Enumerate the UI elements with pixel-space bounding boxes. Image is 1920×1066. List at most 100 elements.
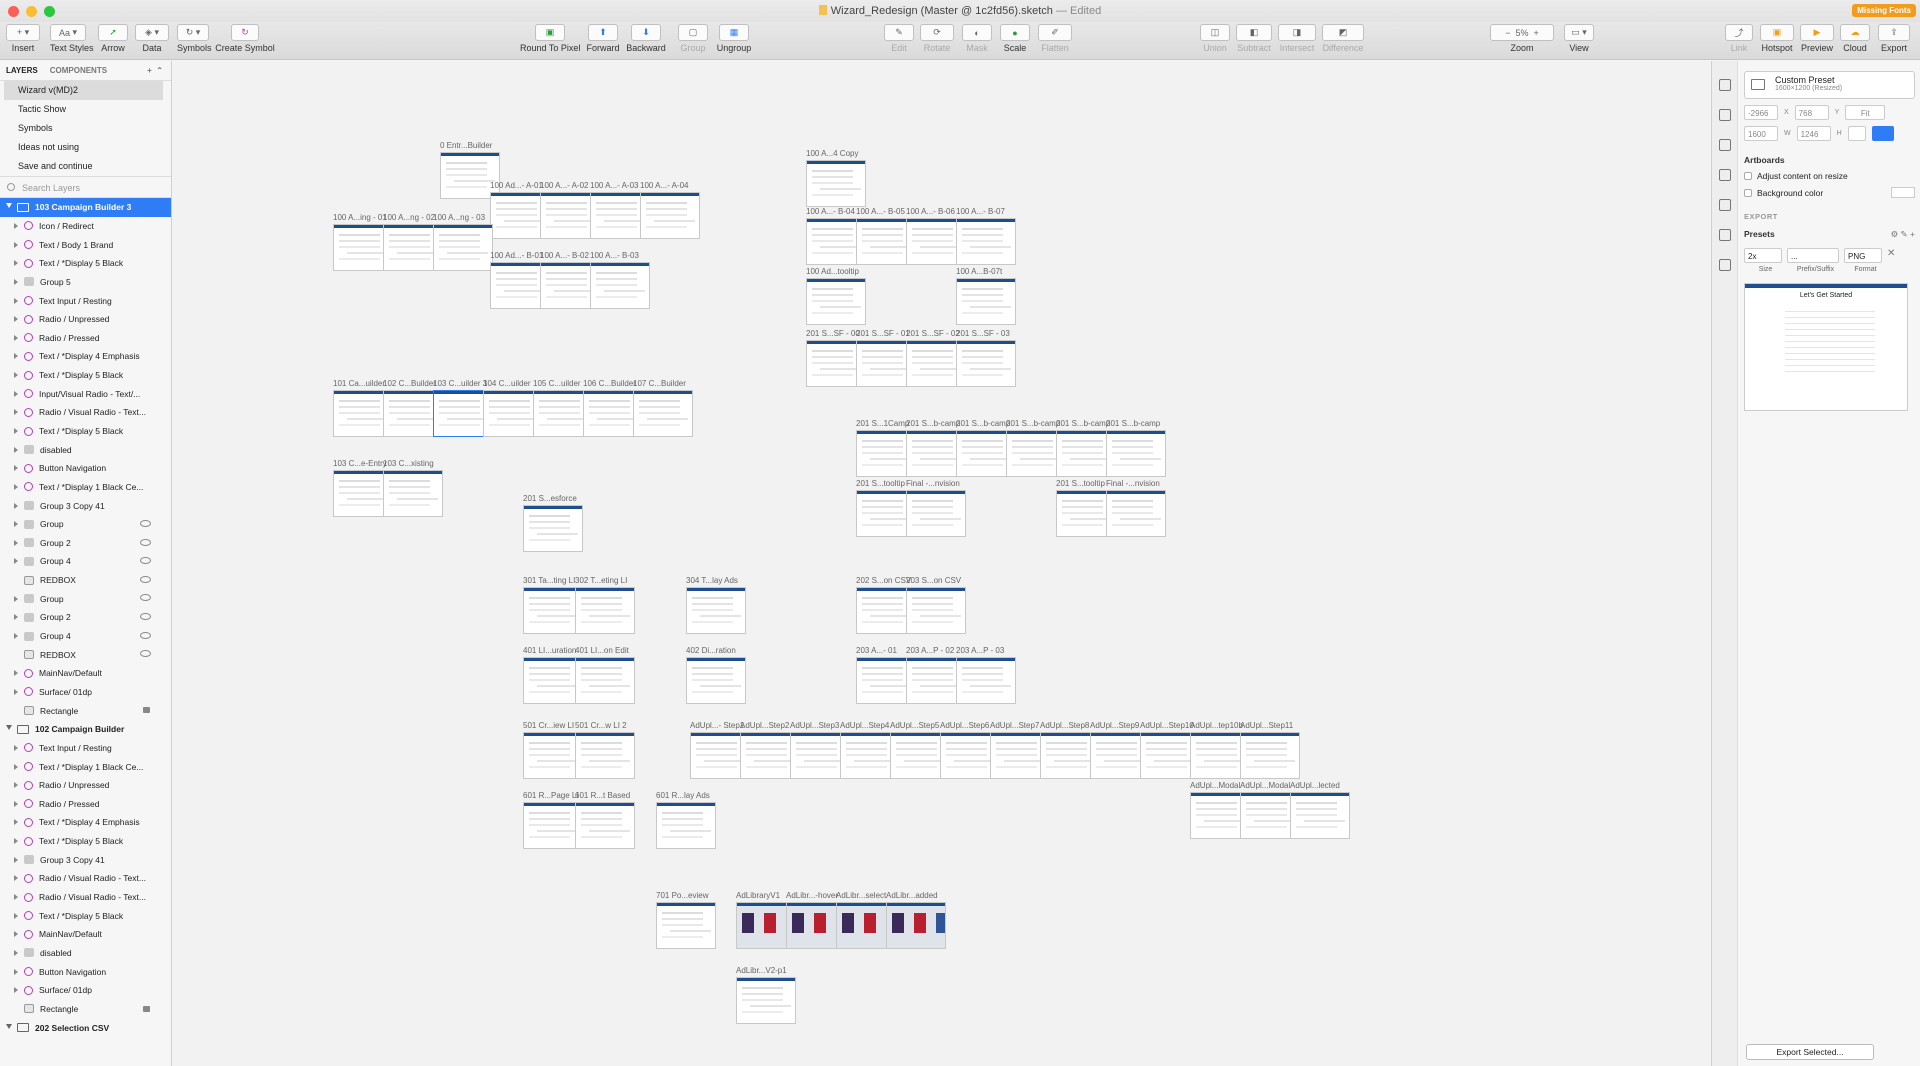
artboard-content[interactable] bbox=[575, 802, 635, 849]
image-icon[interactable] bbox=[1718, 259, 1731, 271]
artboard-title[interactable]: 201 S...tooltip bbox=[1056, 479, 1105, 488]
disclosure-triangle-icon[interactable] bbox=[14, 968, 18, 975]
page-item[interactable]: Save and continue bbox=[0, 157, 171, 176]
artboard-title[interactable]: 201 S...tooltip bbox=[856, 479, 905, 488]
artboard[interactable]: AdLibr...V2-p1 bbox=[736, 966, 796, 1024]
artboard-title[interactable]: 601 R...t Based bbox=[575, 791, 630, 800]
disclosure-triangle-icon[interactable] bbox=[14, 614, 18, 621]
artboard-title[interactable]: 301 Ta...ting LI bbox=[523, 576, 575, 585]
layer-row[interactable]: Group 4 bbox=[0, 552, 171, 571]
artboard[interactable]: 301 Ta...ting LI bbox=[523, 576, 583, 634]
layer-row[interactable]: Input/Visual Radio - Text/... bbox=[0, 384, 171, 403]
artboard-title[interactable]: AdUpl...Step7 bbox=[990, 721, 1039, 730]
backward-button[interactable]: ⬇ Backward bbox=[626, 24, 666, 53]
layer-row[interactable]: Radio / Unpressed bbox=[0, 776, 171, 795]
artboard-title[interactable]: 107 C...Builder bbox=[633, 379, 686, 388]
layer-row[interactable]: Surface/ 01dp bbox=[0, 683, 171, 702]
artboard-title[interactable]: AdLibr...-hover bbox=[786, 891, 838, 900]
hidden-eye-icon[interactable] bbox=[140, 519, 151, 527]
layer-row[interactable]: Group 2 bbox=[0, 608, 171, 627]
background-color-swatch[interactable] bbox=[1891, 187, 1915, 198]
artboard[interactable]: 100 A...4 Copy bbox=[806, 149, 866, 207]
artboard[interactable]: 701 Po...eview bbox=[656, 891, 716, 949]
artboard[interactable]: 107 C...Builder bbox=[633, 379, 693, 437]
artboard-title[interactable]: 100 A...B-07t bbox=[956, 267, 1002, 276]
layout-icon[interactable] bbox=[1718, 169, 1731, 181]
page-item[interactable]: Symbols bbox=[0, 119, 171, 138]
disclosure-triangle-icon[interactable] bbox=[14, 483, 18, 490]
artboard-layer-row[interactable]: 202 Selection CSV bbox=[0, 1018, 171, 1037]
artboard-title[interactable]: 304 T...lay Ads bbox=[686, 576, 738, 585]
artboard[interactable]: 100 A...- A-04 bbox=[640, 181, 700, 239]
lock-icon[interactable] bbox=[143, 1005, 150, 1012]
artboard-content[interactable] bbox=[956, 278, 1016, 325]
artboard[interactable]: 601 R...Page LI bbox=[523, 791, 583, 849]
disclosure-triangle-icon[interactable] bbox=[14, 838, 18, 845]
layer-row[interactable]: Text / *Display 5 Black bbox=[0, 832, 171, 851]
disclosure-triangle-icon[interactable] bbox=[14, 521, 18, 528]
disclosure-triangle-icon[interactable] bbox=[14, 446, 18, 453]
close-window-button[interactable] bbox=[8, 6, 19, 17]
artboard-title[interactable]: 201 S...b-camp bbox=[1106, 419, 1160, 428]
disclosure-triangle-icon[interactable] bbox=[14, 819, 18, 826]
background-color-checkbox[interactable]: Background color bbox=[1744, 187, 1915, 198]
artboard-content[interactable] bbox=[686, 587, 746, 634]
artboard-title[interactable]: 104 C...uilder bbox=[483, 379, 531, 388]
adjust-content-checkbox[interactable]: Adjust content on resize bbox=[1744, 171, 1915, 181]
rotate-button[interactable]: ⟳ Rotate bbox=[920, 24, 954, 53]
artboard-title[interactable]: 402 Di...ration bbox=[686, 646, 736, 655]
export-button[interactable]: ⇪ Export bbox=[1878, 24, 1910, 53]
artboard-content[interactable] bbox=[575, 657, 635, 704]
height-field[interactable]: 1246 bbox=[1796, 126, 1831, 141]
artboard-title[interactable]: 100 A...- A-03 bbox=[590, 181, 638, 190]
artboard-content[interactable] bbox=[956, 218, 1016, 265]
layer-row[interactable]: MainNav/Default bbox=[0, 925, 171, 944]
artboard[interactable]: 100 A...B-07t bbox=[956, 267, 1016, 325]
artboard[interactable]: 501 Cr...w LI 2 bbox=[575, 721, 635, 779]
disclosure-triangle-icon[interactable] bbox=[14, 409, 18, 416]
artboard-title[interactable]: 201 S...b-camp bbox=[1006, 419, 1060, 428]
artboard-title[interactable]: Final -...nvision bbox=[1106, 479, 1160, 488]
layer-row[interactable]: Group bbox=[0, 589, 171, 608]
layer-row[interactable]: Text / *Display 4 Emphasis bbox=[0, 347, 171, 366]
layer-row[interactable]: Group 3 Copy 41 bbox=[0, 496, 171, 515]
artboard-title[interactable]: AdUpl...Step6 bbox=[940, 721, 989, 730]
page-item[interactable]: Wizard v(MD)2 bbox=[4, 81, 163, 100]
artboard-title[interactable]: 103 C...e-Entry bbox=[333, 459, 387, 468]
artboard-title[interactable]: 100 A...- B-04 bbox=[806, 207, 855, 216]
lock-icon[interactable] bbox=[143, 707, 150, 714]
export-selected-button[interactable]: Export Selected... bbox=[1746, 1044, 1874, 1060]
layer-row[interactable]: MainNav/Default bbox=[0, 664, 171, 683]
disclosure-triangle-icon[interactable] bbox=[14, 633, 18, 640]
presets-actions-icon[interactable]: ⚙ ✎ + bbox=[1891, 229, 1915, 240]
layer-row[interactable]: Text Input / Resting bbox=[0, 739, 171, 758]
disclosure-triangle-icon[interactable] bbox=[14, 558, 18, 565]
disclosure-triangle-icon[interactable] bbox=[14, 912, 18, 919]
artboard-title[interactable]: 203 A...P - 02 bbox=[906, 646, 954, 655]
layer-row[interactable]: Icon / Redirect bbox=[0, 217, 171, 236]
artboard-title[interactable]: 202 S...on CSV bbox=[856, 576, 911, 585]
disclosure-triangle-icon[interactable] bbox=[14, 856, 18, 863]
hidden-eye-icon[interactable] bbox=[140, 613, 151, 621]
artboard-title[interactable]: Final -...nvision bbox=[906, 479, 960, 488]
add-page-icon[interactable]: + ⌃ bbox=[147, 66, 163, 75]
disclosure-triangle-icon[interactable] bbox=[14, 502, 18, 509]
artboard-title[interactable]: AdUpl...Step3 bbox=[790, 721, 839, 730]
layer-row[interactable]: Surface/ 01dp bbox=[0, 981, 171, 1000]
artboard-title[interactable]: AdUpl...- Step1 bbox=[690, 721, 744, 730]
hotspot-button[interactable]: ▣ Hotspot bbox=[1760, 24, 1794, 53]
artboard-title[interactable]: AdUpl...Modal bbox=[1240, 781, 1290, 790]
layer-row[interactable]: Text / *Display 5 Black bbox=[0, 422, 171, 441]
zoom-window-button[interactable] bbox=[44, 6, 55, 17]
disclosure-triangle-icon[interactable] bbox=[14, 800, 18, 807]
artboard-title[interactable]: 501 Cr...w LI 2 bbox=[575, 721, 627, 730]
layer-row[interactable]: Text / *Display 4 Emphasis bbox=[0, 813, 171, 832]
disclosure-triangle-icon[interactable] bbox=[6, 203, 12, 211]
layer-row[interactable]: Button Navigation bbox=[0, 962, 171, 981]
artboard-title[interactable]: AdUpl...Step2 bbox=[740, 721, 789, 730]
edit-button[interactable]: ✎ Edit bbox=[884, 24, 914, 53]
disclosure-triangle-icon[interactable] bbox=[14, 334, 18, 341]
forward-button[interactable]: ⬆ Forward bbox=[586, 24, 620, 53]
disclosure-triangle-icon[interactable] bbox=[14, 316, 18, 323]
artboard-title[interactable]: AdUpl...lected bbox=[1290, 781, 1340, 790]
